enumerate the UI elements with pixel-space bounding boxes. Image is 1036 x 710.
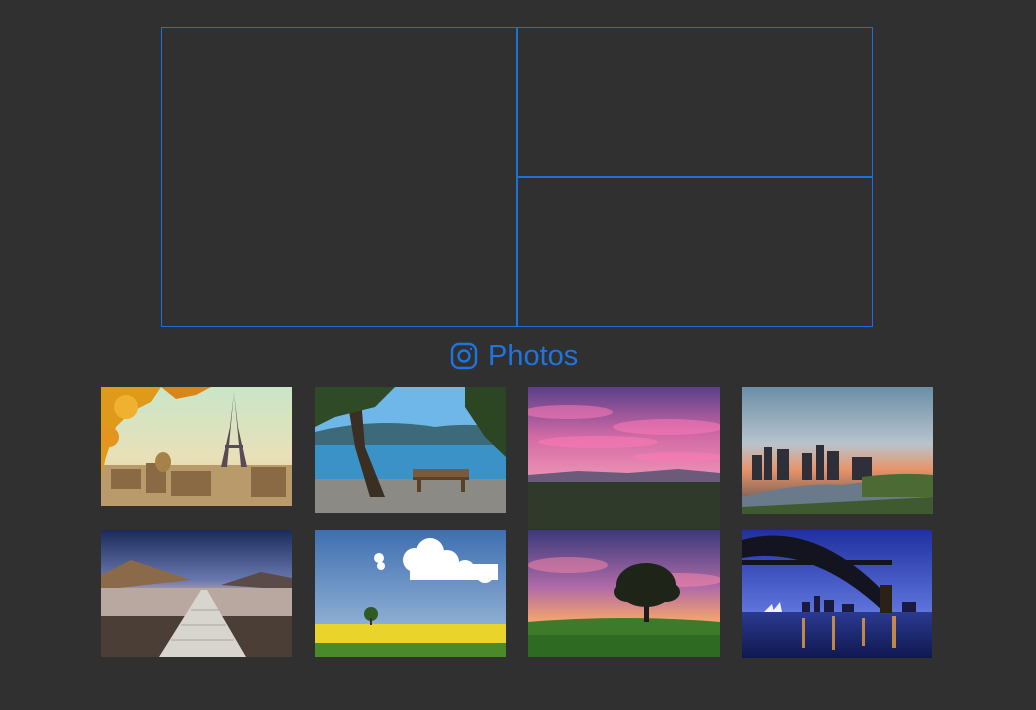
featured-frame-left bbox=[161, 27, 518, 327]
yellow-field-image bbox=[315, 530, 506, 657]
pink-sunset-image bbox=[528, 387, 720, 529]
eiffel-tower-image bbox=[101, 387, 292, 506]
instagram-icon bbox=[450, 342, 478, 370]
featured-frame-bottom-right bbox=[516, 176, 873, 327]
photo-yellow-field[interactable] bbox=[315, 530, 506, 657]
photos-heading[interactable]: Photos bbox=[450, 337, 578, 375]
harbour-bridge-image bbox=[742, 530, 932, 658]
lake-pier-image bbox=[101, 530, 292, 657]
photo-lake-pier[interactable] bbox=[101, 530, 292, 657]
lake-bench-image bbox=[315, 387, 506, 513]
city-skyline-image bbox=[742, 387, 933, 514]
photo-harbour-bridge[interactable] bbox=[742, 530, 932, 658]
photos-title: Photos bbox=[488, 339, 579, 372]
tree-sunset-image bbox=[528, 530, 720, 657]
photo-tree-sunset[interactable] bbox=[528, 530, 720, 657]
photo-pink-sunset[interactable] bbox=[528, 387, 720, 529]
featured-frame-top-right bbox=[516, 27, 873, 178]
photo-city-skyline[interactable] bbox=[742, 387, 933, 514]
photo-eiffel-tower[interactable] bbox=[101, 387, 292, 506]
photo-lake-bench[interactable] bbox=[315, 387, 506, 513]
